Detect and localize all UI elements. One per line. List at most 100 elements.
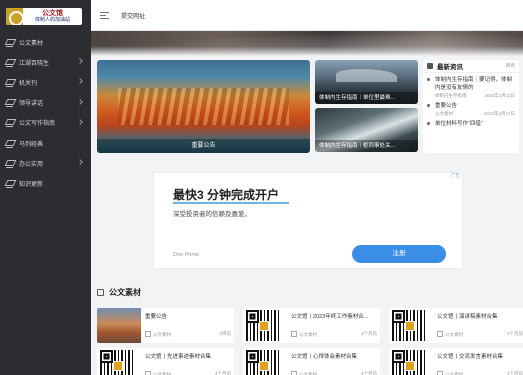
ad-underline — [173, 202, 289, 204]
sidebar-item[interactable]: 公文写作指南 — [0, 113, 91, 133]
material-card[interactable]: 公文馆丨先进事迹素材合集公文素材 4个月前 — [97, 348, 234, 375]
chevron-right-icon — [77, 98, 83, 105]
card-thumbnail[interactable] — [243, 348, 287, 375]
section-title: 公文素材 — [109, 288, 141, 297]
sidebar-item[interactable]: 领导讲话 — [0, 93, 91, 113]
card-category[interactable]: 公文素材 — [437, 371, 463, 375]
card-title[interactable]: 重要公告 — [145, 312, 231, 320]
featured-main-card[interactable]: 重要公告 — [97, 60, 310, 153]
card-category[interactable]: 公文素材 — [145, 371, 171, 375]
material-card[interactable]: 重要公告公文素材 2周前 — [97, 308, 234, 343]
sidebar-item[interactable]: 办公实用 — [0, 153, 91, 173]
featured-small-caption-2: 体制内生存指南｜柜同事处关... — [315, 140, 418, 152]
sidebar-item-label: 江湖百晓生 — [19, 60, 50, 67]
qr-code-icon — [246, 310, 280, 341]
layers-icon — [6, 160, 13, 168]
news-item-title[interactable]: 体制内生存指南｜要记得，体制内是没有友情的 — [435, 76, 515, 92]
card-time: 4个月前 — [506, 331, 523, 336]
card-category[interactable]: 公文素材 — [291, 331, 317, 338]
card-time: 4个月前 — [360, 371, 377, 375]
material-card[interactable]: 公文馆丨2023年终工作素材合... 公文素材 3个月前 — [243, 308, 380, 343]
hamburger-menu-icon[interactable] — [100, 11, 109, 19]
card-title[interactable]: 公文馆丨交流发言素材合集 — [437, 352, 523, 360]
sidebar-item[interactable]: 公文素材 — [0, 32, 91, 52]
bullet-icon — [427, 78, 430, 81]
news-more-link[interactable]: 所有 — [506, 63, 515, 69]
card-thumbnail[interactable] — [97, 308, 141, 343]
card-title[interactable]: 公文馆丨先进事迹素材合集 — [145, 352, 231, 360]
layers-icon — [6, 39, 13, 47]
news-item[interactable]: 体制内生存指南｜要记得，体制内是没有友情的 体制内生存指南 2024年3月11日 — [426, 76, 515, 99]
card-title[interactable]: 公文馆丨2023年终工作素材合... — [291, 312, 377, 320]
card-thumbnail[interactable] — [243, 308, 287, 343]
card-time: 4个月前 — [214, 371, 231, 375]
news-item-category[interactable]: 体制内生存指南 — [435, 93, 467, 99]
ad-brand: Doo Prime — [173, 252, 199, 258]
news-icon — [427, 63, 433, 69]
news-title: 最新资讯 — [437, 64, 463, 71]
advertisement[interactable]: 广告 最快3 分钟完成开户 深受投资者的信赖及喜爱。 Doo Prime 注册 — [153, 172, 463, 269]
card-time: 2周前 — [219, 331, 231, 336]
material-card[interactable]: 公文馆丨交流发言素材合集公文素材 4个月前 — [389, 348, 523, 375]
card-category[interactable]: 公文素材 — [291, 371, 317, 375]
card-category[interactable]: 公文素材 — [145, 331, 171, 338]
sidebar-item[interactable]: 机关刊 — [0, 72, 91, 92]
bullet-icon — [427, 122, 430, 125]
news-item[interactable]: 重要公告 公文素材 2024年2月27日 — [426, 102, 515, 117]
chevron-right-icon — [77, 58, 83, 65]
layers-icon — [6, 180, 13, 188]
featured-small-card-1[interactable]: 体制内生存指南｜单位里最难... — [315, 60, 418, 104]
material-card[interactable]: 公文馆丨心得体会素材合集公文素材 4个月前 — [243, 348, 380, 375]
sidebar: 公文馆 体制人的加油站 公文素材江湖百晓生机关刊领导讲话公文写作指南 马列经典办公… — [0, 0, 91, 375]
sidebar-item-label: 马列经典 — [19, 141, 44, 148]
news-item-date: 2024年2月27日 — [483, 111, 515, 116]
sidebar-item[interactable]: 江湖百晓生 — [0, 52, 91, 72]
sidebar-nav: 公文素材江湖百晓生机关刊领导讲话公文写作指南 马列经典办公实用 知识更新 — [0, 32, 91, 194]
layers-icon — [6, 119, 13, 128]
logo-subtitle: 体制人的加油站 — [34, 17, 70, 23]
featured-main-caption: 重要公告 — [97, 139, 310, 153]
qr-code-icon — [100, 350, 134, 375]
latest-news-panel: 最新资讯 所有 体制内生存指南｜要记得，体制内是没有友情的 体制内生存指南 2024… — [423, 60, 519, 153]
top-bar: 提交网址 — [91, 0, 523, 31]
ad-label[interactable]: 广告 — [451, 173, 460, 179]
sidebar-item-label: 机关刊 — [19, 80, 38, 87]
logo-emblem-icon — [6, 8, 24, 25]
ad-subtitle: 深受投资者的信赖及喜爱。 — [173, 211, 251, 218]
sidebar-item-label: 公文写作指南 — [19, 121, 56, 128]
card-thumbnail[interactable] — [389, 308, 433, 343]
site-logo[interactable]: 公文馆 体制人的加油站 — [6, 8, 82, 25]
card-title[interactable]: 公文馆丨心得体会素材合集 — [291, 352, 377, 360]
sidebar-item-label: 公文素材 — [19, 40, 44, 47]
featured-small-card-2[interactable]: 体制内生存指南｜柜同事处关... — [315, 108, 418, 152]
submit-url-link[interactable]: 提交网址 — [121, 11, 145, 20]
card-title[interactable]: 公文馆丨演讲稿素材合集 — [437, 312, 523, 320]
sidebar-item[interactable]: 知识更新 — [0, 173, 91, 193]
ad-register-button[interactable]: 注册 — [352, 245, 446, 263]
sidebar-item-label: 领导讲话 — [19, 101, 44, 108]
layers-icon — [6, 99, 13, 108]
card-category[interactable]: 公文素材 — [437, 331, 463, 338]
layers-icon — [6, 79, 13, 87]
chevron-right-icon — [77, 78, 83, 85]
news-item-category[interactable]: 公文素材 — [435, 111, 453, 117]
layers-icon — [6, 59, 13, 67]
news-item-title[interactable]: 重要公告 — [435, 102, 515, 110]
section-header: 公文素材 — [97, 287, 141, 298]
logo-title: 公文馆 — [42, 10, 63, 17]
sidebar-item[interactable]: 马列经典 — [0, 133, 91, 153]
news-item-date: 2024年3月11日 — [484, 93, 515, 98]
news-item[interactable]: 单位材料写作“四借” — [426, 120, 515, 128]
qr-code-icon — [392, 310, 426, 341]
news-item-title[interactable]: 单位材料写作“四借” — [435, 120, 515, 128]
news-item-meta: 公文素材 2024年2月27日 — [435, 111, 515, 117]
news-list: 体制内生存指南｜要记得，体制内是没有友情的 体制内生存指南 2024年3月11日重要… — [423, 73, 519, 128]
material-card[interactable]: 公文馆丨演讲稿素材合集 公文素材 4个月前 — [389, 308, 523, 343]
layers-icon — [6, 140, 13, 148]
card-time: 4个月前 — [506, 371, 523, 375]
news-item-meta: 体制内生存指南 2024年3月11日 — [435, 93, 515, 99]
card-thumbnail[interactable] — [389, 348, 433, 375]
qr-code-icon — [246, 350, 280, 375]
card-thumbnail[interactable] — [97, 348, 141, 375]
section-folder-icon — [97, 289, 104, 296]
